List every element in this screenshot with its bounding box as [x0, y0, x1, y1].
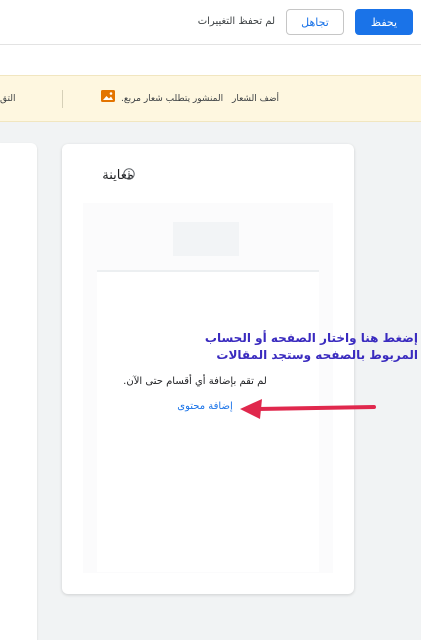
- left-panel: [0, 143, 37, 640]
- placeholder-block: [173, 222, 239, 256]
- annotation-line-2: المربوط بالصفحه وستجد المقالات: [216, 348, 418, 362]
- annotation-arrow-icon: [240, 399, 376, 419]
- unsaved-changes-text: لم تحفظ التغييرات: [197, 16, 275, 27]
- info-icon[interactable]: [123, 168, 135, 180]
- banner-title: أضف الشعار: [232, 94, 280, 104]
- annotation-line-1: إضغط هنا واختار الصفحه أو الحساب: [204, 331, 418, 345]
- empty-sections-text: .لم تقم بإضافة أي أقسام حتى الآن: [123, 376, 267, 387]
- banner-link-partial[interactable]: التق: [0, 94, 15, 104]
- banner-divider: [62, 90, 63, 108]
- ignore-button[interactable]: تجاهل: [286, 9, 344, 35]
- add-content-link[interactable]: إضافة محتوى: [175, 401, 235, 412]
- toolbar-strip: [0, 45, 421, 75]
- banner-message: .المنشور يتطلب شعار مربع: [121, 94, 224, 104]
- annotation-note: إضغط هنا واختار الصفحه أو الحساب المربوط…: [178, 330, 418, 364]
- image-icon: [101, 90, 115, 102]
- preview-content-card: [97, 270, 319, 572]
- save-button[interactable]: يحفظ: [355, 9, 413, 35]
